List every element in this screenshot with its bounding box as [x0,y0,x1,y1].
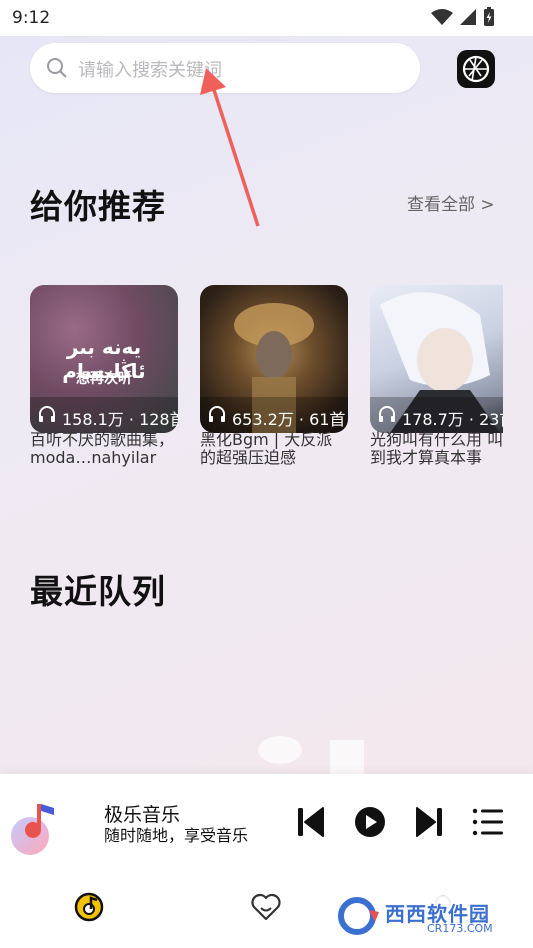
playlist-carousel[interactable]: يەنە بىر ئاڭلىسام 想再次听 158.1万 · 128首 百听不… [30,285,503,485]
tab-favorite-heart-icon[interactable] [250,892,282,922]
playlist-card[interactable]: 178.7万 · 23首 光狗叫有什么用 叫到我才算真本事 [370,285,503,467]
headphones-icon [379,406,395,422]
status-icons [431,7,495,27]
play-button[interactable] [354,806,386,838]
signal-icon [460,9,476,25]
aperture-icon [462,55,490,83]
playlist-queue-icon[interactable] [472,808,504,836]
settings-button[interactable] [457,50,495,88]
wifi-icon [431,9,453,25]
empty-illustration [258,736,364,780]
search-bar[interactable]: 请输入搜索关键词 [30,43,420,93]
play-count-bar: 158.1万 · 128首 [30,397,178,433]
playlist-title[interactable]: 光狗叫有什么用 叫到我才算真本事 [370,431,503,477]
play-count: 653.2万 · 61首 [232,410,346,429]
playlist-card[interactable]: 653.2万 · 61首 黑化Bgm | 大反派的超强压迫感 [200,285,348,467]
playlist-title[interactable]: 百听不厌的歌曲集，moda…nahyilar [30,431,178,477]
play-count-bar: 178.7万 · 23首 [370,397,503,433]
recommend-title: 给你推荐 [30,187,166,226]
headphones-icon [39,406,55,422]
app-logo-icon [11,804,54,855]
mini-player[interactable] [0,774,533,872]
search-icon [47,58,67,78]
play-count: 158.1万 · 128首 [62,410,178,429]
tab-music-icon[interactable] [74,892,104,922]
previous-button[interactable] [296,805,326,839]
battery-icon [484,7,494,26]
playlist-cover[interactable]: 653.2万 · 61首 [200,285,348,433]
watermark-url: CR173.COM [427,922,493,935]
player-subtitle: 随时随地，享受音乐 [104,826,249,845]
next-button[interactable] [414,805,444,839]
view-all-link[interactable]: 查看全部 > [407,190,495,215]
search-input[interactable]: 请输入搜索关键词 [78,56,222,82]
cover-text-chinese: 想再次听 [76,371,132,387]
playlist-cover[interactable]: يەنە بىر ئاڭلىسام 想再次听 158.1万 · 128首 [30,285,178,433]
recent-queue-title: 最近队列 [30,572,166,611]
headphones-icon [209,406,225,422]
playlist-cover[interactable]: 178.7万 · 23首 [370,285,503,433]
play-count: 178.7万 · 23首 [402,410,503,429]
status-time: 9:12 [12,8,51,28]
playlist-card[interactable]: يەنە بىر ئاڭلىسام 想再次听 158.1万 · 128首 百听不… [30,285,178,467]
play-count-bar: 653.2万 · 61首 [200,397,348,433]
watermark-logo: 西西软件园 CR173.COM [335,890,515,940]
status-bar: 9:12 [0,0,533,36]
playlist-title[interactable]: 黑化Bgm | 大反派的超强压迫感 [200,431,348,477]
